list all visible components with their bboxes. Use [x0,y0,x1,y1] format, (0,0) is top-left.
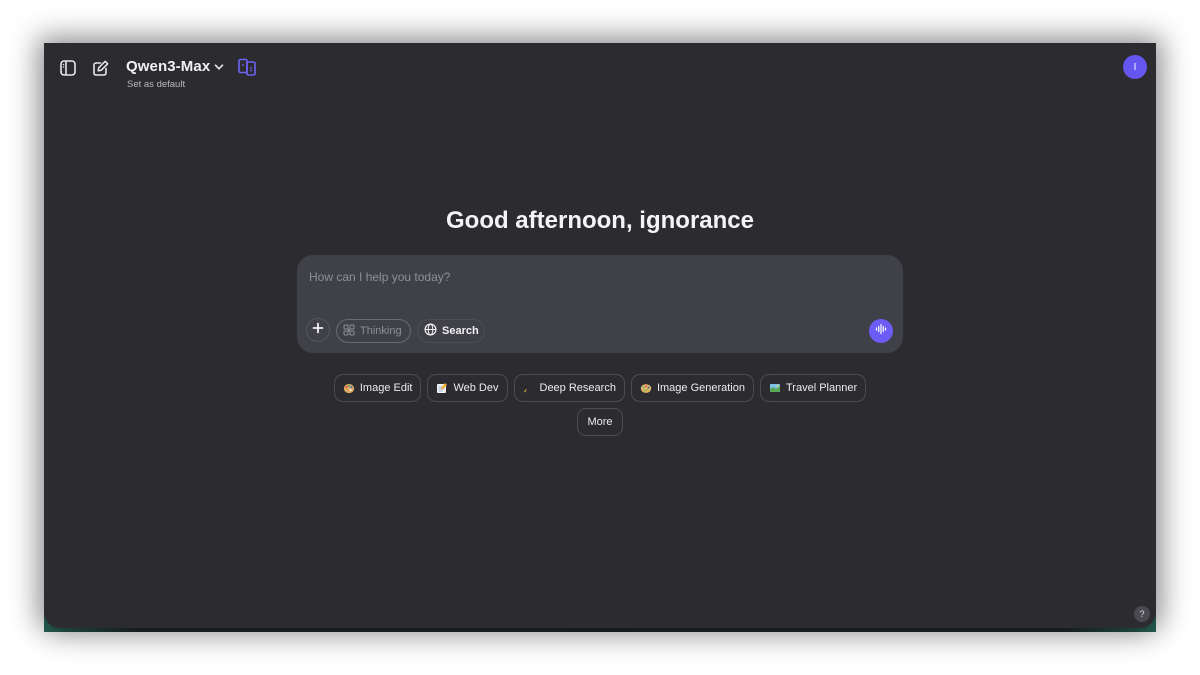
more-button[interactable]: More [577,408,623,436]
chip-label: Travel Planner [786,382,858,394]
attach-button[interactable] [306,318,330,342]
chip-label: Web Dev [453,382,499,394]
search-label: Search [442,325,479,337]
thinking-icon [343,324,355,339]
new-chat-icon[interactable] [90,57,112,79]
search-toggle[interactable]: Search [417,319,485,343]
chevron-down-icon[interactable] [208,56,230,78]
artist-palette-emoji-icon [640,382,652,394]
quick-actions: Image Edit Web Dev Deep Research Image G… [44,374,1156,402]
voice-wave-icon [875,322,887,340]
help-button[interactable]: ? [1134,606,1150,622]
voice-input-button[interactable] [869,319,893,343]
thinking-toggle[interactable]: Thinking [336,319,411,343]
chat-composer: Thinking Search [297,255,903,353]
chip-label: Image Generation [656,382,745,394]
chat-input[interactable] [309,267,869,287]
globe-icon [424,323,437,339]
chip-image-edit[interactable]: Image Edit [333,374,422,402]
chip-label: Deep Research [539,382,616,394]
chip-travel-planner[interactable]: Travel Planner [760,374,867,402]
palette-emoji-icon [343,382,355,394]
compare-models-icon[interactable] [236,56,258,78]
chip-web-dev[interactable]: Web Dev [427,374,508,402]
thinking-label: Thinking [360,325,402,337]
sidebar-toggle-icon[interactable] [57,57,79,79]
more-row: More [44,408,1156,436]
chip-deep-research[interactable]: Deep Research [513,374,625,402]
model-selector[interactable]: Qwen3-Max [126,58,210,75]
graduation-cap-emoji-icon [522,382,535,394]
avatar[interactable]: I [1123,55,1147,79]
memo-emoji-icon [436,382,448,394]
set-as-default-link[interactable]: Set as default [127,79,185,90]
app-window: Qwen3-Max Set as default I Good afternoo… [44,43,1156,628]
chip-image-generation[interactable]: Image Generation [630,374,754,402]
page-title: Good afternoon, ignorance [445,207,754,234]
chip-label: Image Edit [359,382,413,394]
plus-icon [312,321,324,339]
map-emoji-icon [769,382,781,394]
